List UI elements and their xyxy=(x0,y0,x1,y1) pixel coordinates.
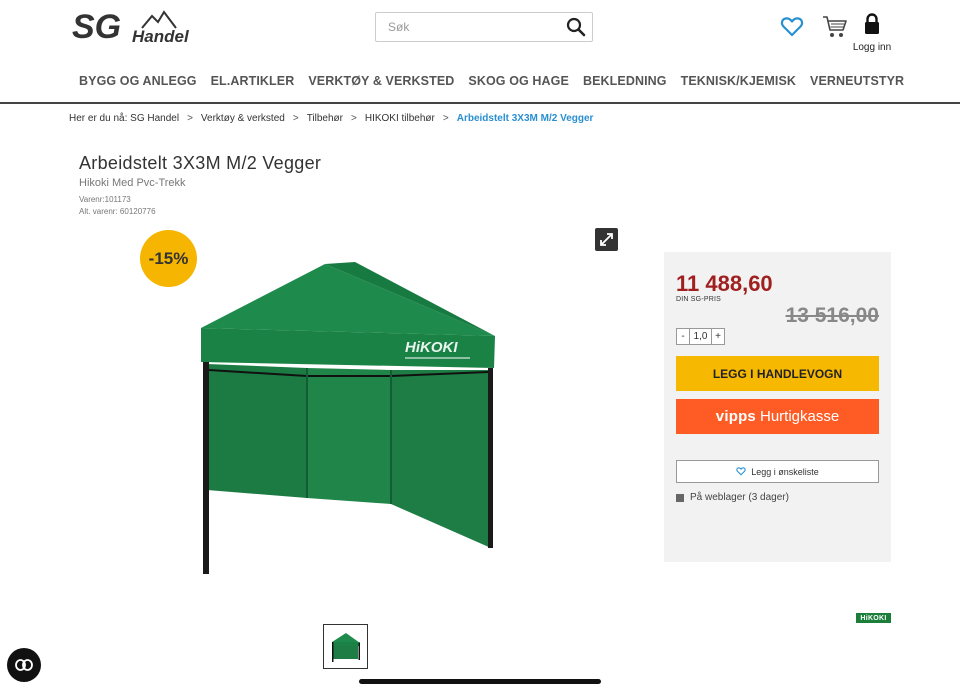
chat-icon[interactable] xyxy=(7,648,41,682)
cart-icon[interactable] xyxy=(822,14,848,40)
login-label: Logg inn xyxy=(852,42,892,53)
product-alt-sku: Alt. varenr: 60120776 xyxy=(79,207,156,216)
nav-divider xyxy=(0,102,960,104)
qty-increase-button[interactable]: + xyxy=(711,328,725,345)
brand-logo[interactable]: HiKOKI xyxy=(856,613,891,623)
login-button[interactable]: Logg inn xyxy=(852,13,892,53)
home-indicator xyxy=(359,679,601,684)
search-icon[interactable] xyxy=(566,17,586,37)
add-to-cart-button[interactable]: LEGG I HANDLEVOGN xyxy=(676,356,879,391)
expand-icon[interactable] xyxy=(595,228,618,251)
logo-sub-text: Handel xyxy=(132,27,190,46)
alt-sku-label: Alt. varenr: xyxy=(79,207,118,216)
breadcrumb: Her er du nå: SG Handel > Verktøy & verk… xyxy=(69,113,593,124)
vipps-brand: vipps xyxy=(715,408,756,425)
nav-item-verktoy[interactable]: VERKTØY & VERKSTED xyxy=(308,74,454,88)
heart-icon xyxy=(736,466,746,478)
breadcrumb-separator: > xyxy=(187,113,193,124)
heart-icon[interactable] xyxy=(780,14,804,38)
nav-item-skog[interactable]: SKOG OG HAGE xyxy=(468,74,569,88)
search-input[interactable] xyxy=(376,13,556,41)
product-image[interactable]: HiKOKI xyxy=(195,258,500,576)
nav-item-bygg[interactable]: BYGG OG ANLEGG xyxy=(79,74,197,88)
product-subtitle: Hikoki Med Pvc-Trekk xyxy=(79,177,186,189)
logo-main-text: SG xyxy=(72,8,121,46)
search-box xyxy=(375,12,593,42)
old-price: 13 516,00 xyxy=(785,304,879,327)
price-label: DIN SG-PRIS xyxy=(676,296,721,303)
product-thumbnail[interactable] xyxy=(323,624,368,669)
tent-print-text: HiKOKI xyxy=(405,339,458,356)
current-price: 11 488,60 xyxy=(676,271,773,296)
breadcrumb-current: Arbeidstelt 3X3M M/2 Vegger xyxy=(456,113,594,124)
product-title: Arbeidstelt 3X3M M/2 Vegger xyxy=(79,153,322,173)
main-nav: BYGG OG ANLEGG EL.ARTIKLER VERKTØY & VER… xyxy=(79,74,904,88)
nav-item-bekledning[interactable]: BEKLEDNING xyxy=(583,74,667,88)
wishlist-label: Legg i ønskeliste xyxy=(751,466,819,477)
vipps-label: Hurtigkasse xyxy=(759,408,840,425)
sku-value: 101173 xyxy=(104,195,131,204)
breadcrumb-separator: > xyxy=(351,113,357,124)
nav-item-el-artikler[interactable]: EL.ARTIKLER xyxy=(211,74,295,88)
lock-icon xyxy=(864,13,880,39)
nav-item-verneutstyr[interactable]: VERNEUTSTYR xyxy=(810,74,904,88)
breadcrumb-item-verktoy[interactable]: Verktøy & verksted xyxy=(201,113,285,124)
quantity-stepper: - + xyxy=(676,328,725,345)
breadcrumb-item-hikoki[interactable]: HIKOKI tilbehør xyxy=(365,113,435,124)
breadcrumb-prefix: Her er du nå: xyxy=(69,113,128,124)
vipps-checkout-button[interactable]: vipps Hurtigkasse xyxy=(676,399,879,434)
breadcrumb-separator: > xyxy=(292,113,299,124)
stock-status: På weblager (3 dager) xyxy=(676,492,789,503)
stock-label: På weblager (3 dager) xyxy=(690,492,789,503)
qty-decrease-button[interactable]: - xyxy=(676,328,690,345)
sku-label: Varenr: xyxy=(79,195,105,204)
breadcrumb-item-tilbehor[interactable]: Tilbehør xyxy=(307,113,343,124)
discount-badge: -15% xyxy=(140,230,197,287)
product-sku: Varenr:101173 xyxy=(79,195,131,204)
site-logo[interactable]: SG Handel xyxy=(72,8,202,48)
breadcrumb-separator: > xyxy=(442,113,449,124)
stock-indicator-icon xyxy=(676,493,684,502)
breadcrumb-item-home[interactable]: SG Handel xyxy=(130,113,179,124)
purchase-panel: 11 488,60 DIN SG-PRIS 13 516,00 - + LEGG… xyxy=(664,252,891,562)
alt-sku-value: 60120776 xyxy=(119,207,156,216)
add-to-wishlist-button[interactable]: Legg i ønskeliste xyxy=(676,460,879,483)
nav-item-teknisk[interactable]: TEKNISK/KJEMISK xyxy=(681,74,796,88)
qty-input[interactable] xyxy=(690,328,711,345)
